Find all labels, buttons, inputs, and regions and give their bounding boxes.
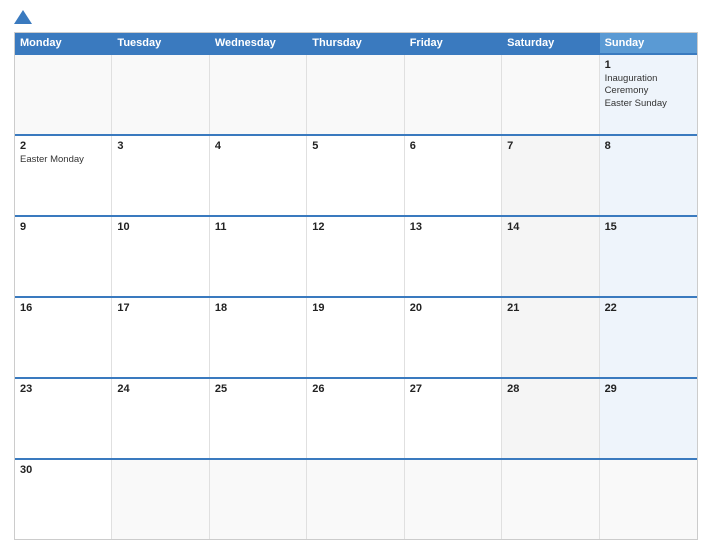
day-number: 10 <box>117 221 203 233</box>
calendar-body: 1 InaugurationCeremonyEaster Sunday 2 Easte… <box>15 53 697 539</box>
calendar: MondayTuesdayWednesdayThursdayFridaySatu… <box>14 32 698 540</box>
day-number: 26 <box>312 383 398 395</box>
day-number: 1 <box>605 59 692 71</box>
cal-cell: 30 <box>15 460 112 539</box>
cal-cell: 15 <box>600 217 697 296</box>
cal-cell: 21 <box>502 298 599 377</box>
day-number: 15 <box>605 221 692 233</box>
day-number: 18 <box>215 302 301 314</box>
cal-cell: 16 <box>15 298 112 377</box>
cal-cell: 26 <box>307 379 404 458</box>
cal-cell: 4 <box>210 136 307 215</box>
cal-cell <box>307 460 404 539</box>
cal-cell: 12 <box>307 217 404 296</box>
day-number: 16 <box>20 302 106 314</box>
cal-cell <box>307 55 404 134</box>
cal-cell: 9 <box>15 217 112 296</box>
day-number: 17 <box>117 302 203 314</box>
cal-cell <box>210 55 307 134</box>
day-number: 2 <box>20 140 106 152</box>
header <box>14 10 698 24</box>
cal-cell: 28 <box>502 379 599 458</box>
day-number: 28 <box>507 383 593 395</box>
day-number: 13 <box>410 221 496 233</box>
day-number: 4 <box>215 140 301 152</box>
cal-cell: 25 <box>210 379 307 458</box>
cal-cell: 6 <box>405 136 502 215</box>
calendar-header-row: MondayTuesdayWednesdayThursdayFridaySatu… <box>15 33 697 53</box>
cal-cell: 2 Easter Monday <box>15 136 112 215</box>
day-header-sunday: Sunday <box>600 33 697 53</box>
cal-cell: 29 <box>600 379 697 458</box>
cal-cell: 27 <box>405 379 502 458</box>
cal-cell <box>210 460 307 539</box>
calendar-event: Inauguration <box>605 73 692 85</box>
day-header-thursday: Thursday <box>307 33 404 53</box>
cal-cell: 11 <box>210 217 307 296</box>
day-number: 7 <box>507 140 593 152</box>
day-number: 30 <box>20 464 106 476</box>
calendar-week-1: 1 InaugurationCeremonyEaster Sunday <box>15 53 697 134</box>
day-number: 11 <box>215 221 301 233</box>
cal-cell: 10 <box>112 217 209 296</box>
day-number: 22 <box>605 302 692 314</box>
cal-cell: 3 <box>112 136 209 215</box>
day-number: 25 <box>215 383 301 395</box>
cal-cell: 5 <box>307 136 404 215</box>
day-header-friday: Friday <box>405 33 502 53</box>
cal-cell: 18 <box>210 298 307 377</box>
day-number: 3 <box>117 140 203 152</box>
calendar-event: Easter Monday <box>20 154 106 166</box>
day-number: 8 <box>605 140 692 152</box>
calendar-week-3: 9 10 11 12 13 14 15 <box>15 215 697 296</box>
cal-cell: 13 <box>405 217 502 296</box>
cal-cell: 14 <box>502 217 599 296</box>
day-number: 23 <box>20 383 106 395</box>
calendar-week-6: 30 <box>15 458 697 539</box>
day-number: 29 <box>605 383 692 395</box>
calendar-event: Easter Sunday <box>605 98 692 110</box>
calendar-week-2: 2 Easter Monday 345678 <box>15 134 697 215</box>
cal-cell <box>600 460 697 539</box>
day-header-tuesday: Tuesday <box>112 33 209 53</box>
day-header-wednesday: Wednesday <box>210 33 307 53</box>
cal-cell: 1 InaugurationCeremonyEaster Sunday <box>600 55 697 134</box>
day-number: 5 <box>312 140 398 152</box>
cal-cell: 17 <box>112 298 209 377</box>
calendar-week-5: 23 24 25 26 27 28 29 <box>15 377 697 458</box>
cal-cell <box>502 460 599 539</box>
cal-cell <box>405 460 502 539</box>
day-number: 19 <box>312 302 398 314</box>
day-number: 12 <box>312 221 398 233</box>
day-number: 14 <box>507 221 593 233</box>
logo <box>14 10 32 24</box>
cal-cell: 8 <box>600 136 697 215</box>
calendar-week-4: 16 17 18 19 20 21 22 <box>15 296 697 377</box>
day-header-saturday: Saturday <box>502 33 599 53</box>
day-number: 21 <box>507 302 593 314</box>
day-number: 20 <box>410 302 496 314</box>
day-number: 27 <box>410 383 496 395</box>
cal-cell: 22 <box>600 298 697 377</box>
cal-cell <box>112 55 209 134</box>
logo-icon <box>14 10 32 24</box>
cal-cell: 20 <box>405 298 502 377</box>
page: MondayTuesdayWednesdayThursdayFridaySatu… <box>0 0 712 550</box>
cal-cell <box>15 55 112 134</box>
day-number: 9 <box>20 221 106 233</box>
day-number: 6 <box>410 140 496 152</box>
cal-cell <box>502 55 599 134</box>
day-number: 24 <box>117 383 203 395</box>
cal-cell: 7 <box>502 136 599 215</box>
day-header-monday: Monday <box>15 33 112 53</box>
cal-cell: 23 <box>15 379 112 458</box>
cal-cell <box>405 55 502 134</box>
calendar-event: Ceremony <box>605 85 692 97</box>
cal-cell <box>112 460 209 539</box>
cal-cell: 19 <box>307 298 404 377</box>
cal-cell: 24 <box>112 379 209 458</box>
